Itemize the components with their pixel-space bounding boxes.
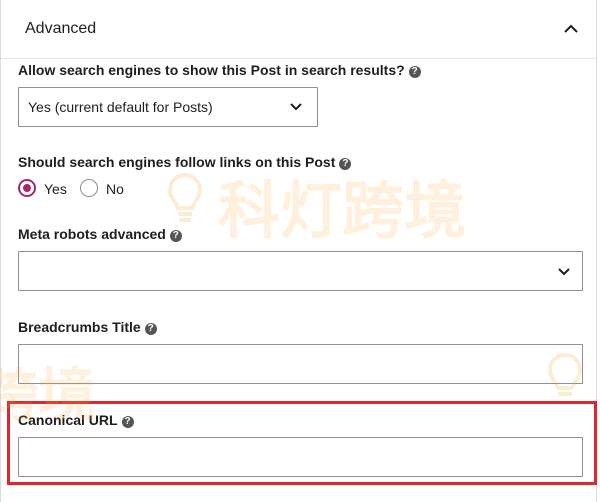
panel-title: Advanced: [25, 20, 97, 37]
help-icon[interactable]: ?: [144, 323, 157, 335]
breadcrumbs-title-label: Breadcrumbs Title?: [18, 319, 157, 335]
search-results-value: Yes (current default for Posts): [28, 99, 213, 115]
canonical-url-input[interactable]: [18, 437, 583, 477]
radio-selected-indicator[interactable]: [18, 179, 36, 197]
radio-label-yes: Yes: [44, 181, 67, 197]
chevron-down-icon: [290, 103, 302, 111]
radio-label-no: No: [106, 181, 124, 197]
help-icon[interactable]: ?: [339, 158, 352, 170]
search-results-select[interactable]: Yes (current default for Posts): [18, 87, 318, 127]
meta-robots-select[interactable]: [18, 251, 583, 291]
help-icon[interactable]: ?: [121, 416, 134, 428]
help-icon[interactable]: ?: [169, 230, 182, 242]
canonical-url-label: Canonical URL?: [18, 412, 134, 428]
chevron-up-icon[interactable]: [562, 20, 580, 38]
search-results-label: Allow search engines to show this Post i…: [18, 62, 421, 78]
advanced-panel-header[interactable]: Advanced: [1, 0, 596, 59]
advanced-panel: Advanced Allow search engines to show th…: [0, 0, 597, 502]
follow-links-label: Should search engines follow links on th…: [18, 154, 352, 170]
radio-unselected-indicator[interactable]: [80, 179, 98, 197]
meta-robots-label: Meta robots advanced?: [18, 226, 182, 242]
help-icon[interactable]: ?: [408, 66, 421, 78]
breadcrumbs-title-input[interactable]: [18, 344, 583, 384]
chevron-down-icon: [558, 268, 570, 276]
